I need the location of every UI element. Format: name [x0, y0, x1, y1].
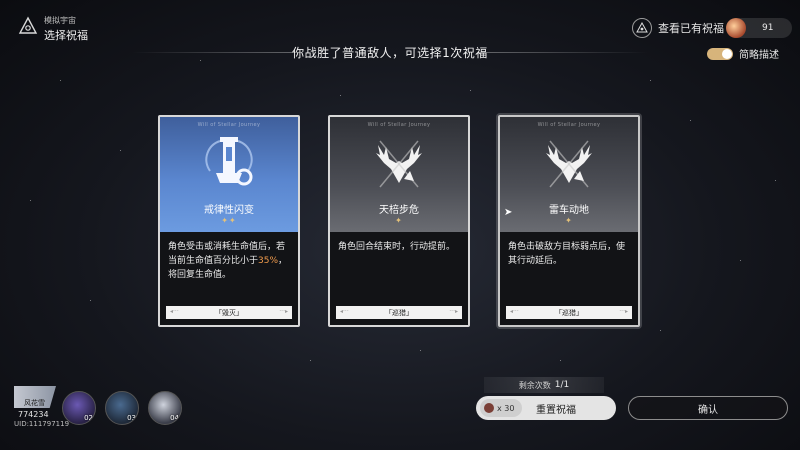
card-path-label: 「毁灭」 — [215, 308, 243, 317]
tag-ornament-right: ···▸ — [619, 308, 628, 315]
card-name: 戒律性闪变 — [204, 205, 254, 216]
toggle-switch[interactable] — [707, 47, 733, 60]
headline: 你战胜了普通敌人，可选择1次祝福 — [292, 45, 488, 60]
card-name: 雷车动地 — [549, 205, 589, 216]
member-slot-number: 02 — [84, 414, 93, 422]
card-description-panel: 角色受击或消耗生命值后，若当前生命值百分比小于35%，将回复生命值。 ◂··· … — [160, 232, 298, 325]
mouse-cursor-icon: ➤ — [504, 207, 513, 218]
desc-highlight: 35% — [258, 256, 279, 266]
card-artwork: Will of Stellar Journey 天棓步危 ✦ — [330, 117, 468, 232]
tag-ornament-left: ◂··· — [510, 308, 519, 315]
brief-description-toggle[interactable]: 简略描述 — [707, 46, 779, 61]
preservation-emblem-icon — [205, 137, 253, 186]
tag-ornament-left: ◂··· — [340, 308, 349, 315]
currency-value: 91 — [762, 23, 774, 33]
simulated-universe-icon — [18, 16, 38, 34]
blessing-icon — [632, 18, 652, 38]
member-slot-number: 03 — [127, 414, 136, 422]
rarity-stars: ✦ — [395, 216, 403, 225]
headline-divider-right — [478, 52, 648, 53]
reset-cost-value: x 30 — [497, 403, 515, 413]
card-description-panel: 角色回合结束时，行动提前。 ◂··· 「巡猎」 ···▸ — [330, 232, 468, 325]
blessing-card-3[interactable]: Will of Stellar Journey 雷车动地 ✦ 角色击破敌方目标弱… — [498, 115, 640, 327]
card-path-label: 「巡猎」 — [385, 308, 413, 317]
view-blessings-button[interactable]: 查看已有祝福 — [632, 16, 724, 40]
card-description: 角色受击或消耗生命值后，若当前生命值百分比小于35%，将回复生命值。 — [168, 240, 290, 282]
reset-cost: x 30 — [480, 399, 522, 417]
cosmic-fragment-icon — [484, 403, 494, 413]
brief-description-label: 简略描述 — [739, 50, 779, 61]
player-id: 774234 — [18, 410, 49, 419]
reset-label: 重置祝福 — [536, 405, 576, 416]
card-artwork: Will of Stellar Journey 雷车动地 ✦ — [500, 117, 638, 232]
team-member-avatar[interactable]: 03 — [105, 391, 139, 425]
card-name: 天棓步危 — [379, 205, 419, 216]
currency-display: 91 — [726, 18, 792, 38]
team-member-avatar[interactable]: 02 — [62, 391, 96, 425]
header-subtitle: 模拟宇宙 — [44, 16, 76, 25]
view-blessings-label: 查看已有祝福 — [658, 22, 724, 35]
hunt-stag-emblem-icon — [376, 140, 422, 188]
blessing-card-1[interactable]: Will of Stellar Journey 戒律性闪变 ✦✦ 角色受击或消耗… — [158, 115, 300, 327]
hunt-stag-emblem-icon — [546, 140, 592, 188]
card-path-tag: ◂··· 「巡猎」 ···▸ — [336, 306, 462, 319]
reset-blessings-button[interactable]: x 30 重置祝福 — [476, 396, 616, 420]
card-caption: Will of Stellar Journey — [537, 122, 601, 128]
headline-divider-left — [132, 52, 302, 53]
currency-icon — [726, 18, 746, 38]
card-description: 角色回合结束时，行动提前。 — [338, 242, 456, 252]
page-title: 选择祝福 — [44, 29, 88, 42]
card-artwork: Will of Stellar Journey 戒律性闪变 ✦✦ — [160, 117, 298, 232]
tag-ornament-right: ···▸ — [449, 308, 458, 315]
member-slot-number: 04 — [170, 414, 179, 422]
remaining-count: 剩余次数 1/1 — [484, 377, 604, 393]
remaining-label: 剩余次数 — [518, 380, 551, 390]
card-description: 角色击破敌方目标弱点后，使其行动延后。 — [508, 242, 626, 266]
rarity-stars: ✦ — [565, 216, 573, 225]
card-path-tag: ◂··· 「巡猎」 ···▸ — [506, 306, 632, 319]
confirm-button[interactable]: 确认 — [628, 396, 788, 420]
team-member-avatar[interactable]: 04 — [148, 391, 182, 425]
rarity-stars: ✦✦ — [221, 216, 237, 225]
tag-ornament-right: ···▸ — [279, 308, 288, 315]
blessing-card-2[interactable]: Will of Stellar Journey 天棓步危 ✦ 角色回合结束时，行… — [328, 115, 470, 327]
remaining-value: 1/1 — [554, 380, 570, 390]
card-caption: Will of Stellar Journey — [367, 122, 431, 128]
card-path-tag: ◂··· 「毁灭」 ···▸ — [166, 306, 292, 319]
player-uid: UID:111797119 — [14, 420, 70, 428]
player-info: 风花雪 774234 UID:111797119 — [14, 384, 69, 440]
headline-bar: 你战胜了普通敌人，可选择1次祝福 — [132, 40, 648, 64]
card-caption: Will of Stellar Journey — [197, 122, 261, 128]
card-description-panel: 角色击破敌方目标弱点后，使其行动延后。 ◂··· 「巡猎」 ···▸ — [500, 232, 638, 325]
confirm-label: 确认 — [698, 404, 718, 416]
card-path-label: 「巡猎」 — [555, 308, 583, 317]
player-name: 风花雪 — [24, 399, 45, 407]
tag-ornament-left: ◂··· — [170, 308, 179, 315]
